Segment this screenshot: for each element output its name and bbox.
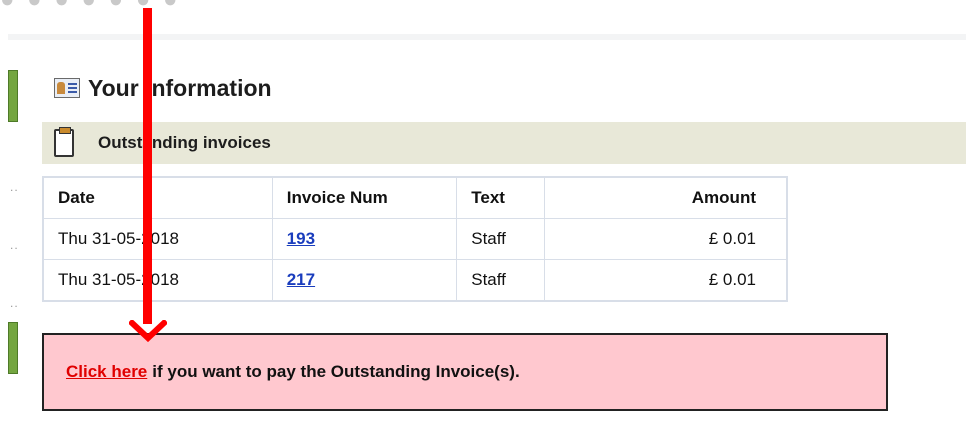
outstanding-invoices-header: Outstanding invoices <box>42 122 966 164</box>
cropped-header-edge: ● ● ● ● ● ● ● <box>0 0 180 14</box>
cell-date: Thu 31-05-2018 <box>42 218 273 260</box>
cell-invoice-num: 193 <box>271 218 458 260</box>
col-invoice-num: Invoice Num <box>271 176 458 219</box>
invoice-link-217[interactable]: 217 <box>287 270 315 289</box>
pay-invoices-notice: Click here if you want to pay the Outsta… <box>42 333 888 411</box>
table-header-row: Date Invoice Num Text Amount <box>42 176 788 219</box>
left-nav-tab-1[interactable] <box>8 70 18 122</box>
cell-text: Staff <box>456 259 546 302</box>
document-icon <box>54 127 74 157</box>
sidebar-dots-2: .. <box>10 238 19 252</box>
table-row: Thu 31-05-2018 193 Staff £ 0.01 <box>42 218 788 260</box>
col-amount: Amount <box>544 176 788 219</box>
invoice-link-193[interactable]: 193 <box>287 229 315 248</box>
left-nav-tab-2[interactable] <box>8 322 18 374</box>
annotation-arrow-down-icon <box>129 320 167 342</box>
cell-invoice-num: 217 <box>271 259 458 302</box>
click-here-link[interactable]: Click here <box>66 362 147 382</box>
your-information-heading: Your Information <box>54 72 272 104</box>
panel-title: Outstanding invoices <box>98 133 271 152</box>
annotation-arrow-shaft <box>143 8 152 324</box>
id-card-icon <box>54 78 80 98</box>
sidebar-dots-3: .. <box>10 296 19 310</box>
invoices-table: Date Invoice Num Text Amount Thu 31-05-2… <box>42 176 788 302</box>
table-row: Thu 31-05-2018 217 Staff £ 0.01 <box>42 259 788 302</box>
cell-amount: £ 0.01 <box>544 259 788 302</box>
cell-date: Thu 31-05-2018 <box>42 259 273 302</box>
pay-notice-message: if you want to pay the Outstanding Invoi… <box>152 362 520 381</box>
cell-text: Staff <box>456 218 546 260</box>
col-date: Date <box>42 176 273 219</box>
section-title-text: Your Information <box>88 74 272 101</box>
col-text: Text <box>456 176 546 219</box>
cell-amount: £ 0.01 <box>544 218 788 260</box>
sidebar-dots-1: .. <box>10 180 19 194</box>
